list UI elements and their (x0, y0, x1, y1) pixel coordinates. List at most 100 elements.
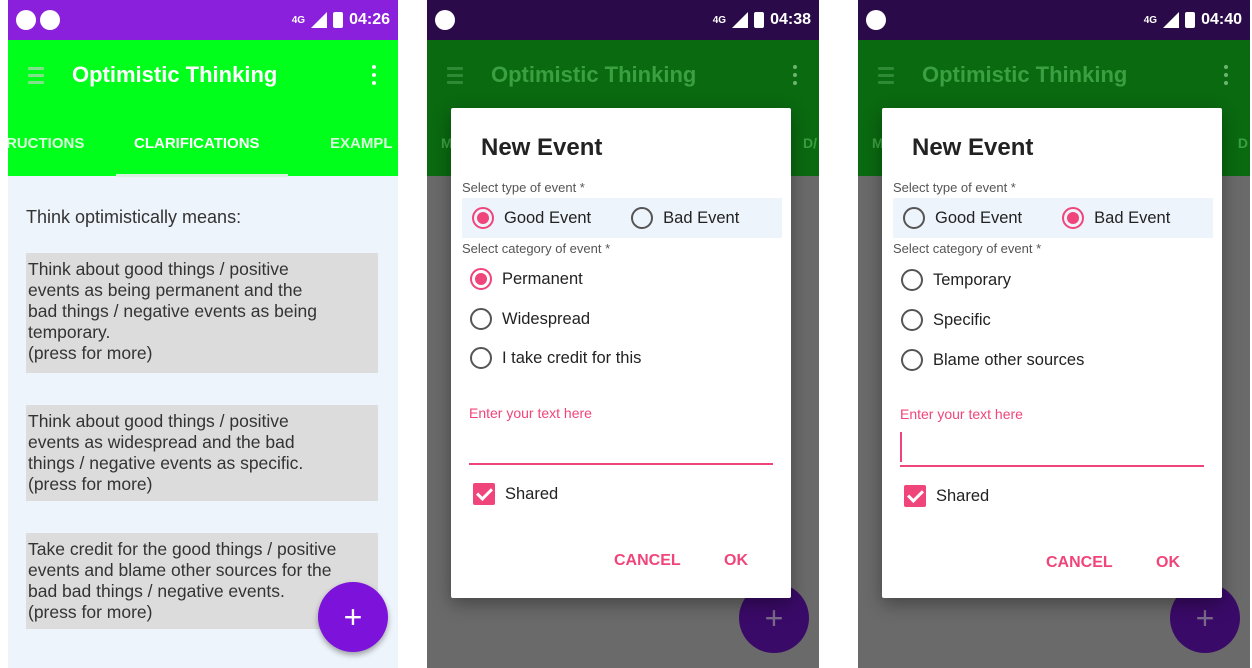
shared-label: Shared (505, 484, 559, 503)
radio-bad-event[interactable]: Bad Event (1062, 207, 1170, 229)
text-field-label: Enter your text here (900, 406, 1023, 422)
lead-text: Think optimistically means: (26, 207, 242, 227)
radio-label: Permanent (502, 269, 583, 288)
radio-label: Specific (933, 310, 991, 329)
radio-permanent[interactable]: Permanent (470, 268, 583, 290)
notification-icon (866, 10, 886, 30)
ok-button[interactable]: OK (1156, 554, 1180, 572)
radio-label: Bad Event (1094, 208, 1171, 227)
category-label: Select category of event * (462, 241, 611, 256)
radio-selected-icon (1062, 207, 1085, 229)
status-bar: 4G 04:26 (8, 0, 398, 40)
signal-icon (1163, 12, 1180, 28)
app-title: Optimistic Thinking (72, 62, 278, 87)
signal-label: 4G (1143, 14, 1158, 26)
more-vert-icon[interactable] (372, 65, 376, 85)
screen-new-event-good: 4G 04:38 Optimistic Thinking M D/ + New … (427, 0, 819, 668)
screen-new-event-bad: 4G 04:40 Optimistic Thinking M D + New E… (858, 0, 1250, 668)
toolbar: Optimistic Thinking (427, 40, 819, 110)
text-field-underline (900, 465, 1204, 467)
radio-label: Temporary (933, 270, 1011, 289)
notification-icon (40, 10, 60, 30)
radio-take-credit[interactable]: I take credit for this (470, 347, 641, 369)
type-label: Select type of event * (462, 180, 585, 195)
app-title: Optimistic Thinking (491, 62, 697, 87)
new-event-dialog: New Event Select type of event * Good Ev… (882, 108, 1222, 598)
radio-temporary[interactable]: Temporary (901, 269, 1011, 291)
type-label: Select type of event * (893, 180, 1016, 195)
event-type-group: Good Event Bad Event (462, 198, 782, 238)
tab-partial-right: D (1237, 135, 1248, 151)
signal-icon (311, 12, 328, 28)
hamburger-icon (878, 66, 894, 84)
notification-icon (16, 10, 36, 30)
new-event-dialog: New Event Select type of event * Good Ev… (451, 108, 791, 598)
radio-unselected-icon (901, 349, 923, 371)
shared-checkbox[interactable]: Shared (473, 483, 558, 505)
radio-label: Good Event (504, 208, 592, 227)
status-bar: 4G 04:38 (427, 0, 819, 40)
tab-examples[interactable]: EXAMPL (330, 135, 393, 152)
status-bar: 4G 04:40 (858, 0, 1250, 40)
cancel-button[interactable]: CANCEL (1046, 554, 1113, 572)
radio-bad-event[interactable]: Bad Event (631, 207, 739, 229)
radio-label: Blame other sources (933, 350, 1085, 369)
tab-partial-right: D/ (803, 135, 817, 151)
checkbox-checked-icon (904, 485, 926, 507)
radio-selected-icon (470, 268, 492, 290)
radio-specific[interactable]: Specific (901, 309, 991, 331)
battery-icon (333, 12, 344, 28)
checkbox-checked-icon (473, 483, 495, 505)
radio-blame-other[interactable]: Blame other sources (901, 349, 1084, 371)
signal-label: 4G (291, 14, 306, 26)
clock: 04:26 (349, 11, 390, 28)
signal-label: 4G (712, 14, 727, 26)
add-event-button[interactable]: + (318, 582, 388, 652)
ok-button[interactable]: OK (724, 552, 748, 570)
radio-good-event[interactable]: Good Event (903, 207, 1022, 229)
radio-label: Bad Event (663, 208, 740, 227)
text-field-underline (469, 463, 773, 465)
clarification-card-widespread[interactable]: Think about good things / positive event… (26, 405, 378, 501)
radio-unselected-icon (470, 308, 492, 330)
radio-unselected-icon (470, 347, 492, 369)
shared-checkbox[interactable]: Shared (904, 485, 989, 507)
app-title: Optimistic Thinking (922, 62, 1128, 87)
radio-unselected-icon (901, 309, 923, 331)
event-text-input[interactable] (469, 426, 773, 464)
radio-unselected-icon (631, 207, 654, 229)
more-vert-icon (1224, 65, 1228, 85)
screen-clarifications: 4G 04:26 Optimistic Thinking RUCTIONS CL… (8, 0, 398, 668)
dialog-title: New Event (912, 134, 1034, 161)
radio-selected-icon (472, 207, 494, 229)
shared-label: Shared (936, 486, 990, 505)
text-field-label: Enter your text here (469, 405, 592, 421)
radio-unselected-icon (903, 207, 925, 229)
radio-widespread[interactable]: Widespread (470, 308, 590, 330)
tab-bar: RUCTIONS CLARIFICATIONS EXAMPL (8, 110, 398, 176)
tab-clarifications[interactable]: CLARIFICATIONS (134, 135, 260, 152)
clarification-card-permanent[interactable]: Think about good things / positive event… (26, 253, 378, 373)
cancel-button[interactable]: CANCEL (614, 552, 681, 570)
hamburger-icon (447, 66, 463, 84)
battery-icon (754, 12, 765, 28)
signal-icon (732, 12, 749, 28)
dialog-title: New Event (481, 134, 603, 161)
clock: 04:40 (1201, 11, 1242, 28)
radio-label: Widespread (502, 309, 591, 328)
tab-instructions[interactable]: RUCTIONS (8, 135, 84, 152)
notification-icon (435, 10, 455, 30)
radio-unselected-icon (901, 269, 923, 291)
more-vert-icon (793, 65, 797, 85)
battery-icon (1185, 12, 1196, 28)
toolbar: Optimistic Thinking (8, 40, 398, 110)
text-cursor (900, 432, 902, 462)
radio-good-event[interactable]: Good Event (472, 207, 591, 229)
radio-label: I take credit for this (502, 348, 642, 367)
toolbar: Optimistic Thinking (858, 40, 1250, 110)
hamburger-icon[interactable] (28, 66, 44, 84)
radio-label: Good Event (935, 208, 1023, 227)
event-text-input[interactable] (900, 428, 1204, 466)
event-type-group: Good Event Bad Event (893, 198, 1213, 238)
category-label: Select category of event * (893, 241, 1042, 256)
